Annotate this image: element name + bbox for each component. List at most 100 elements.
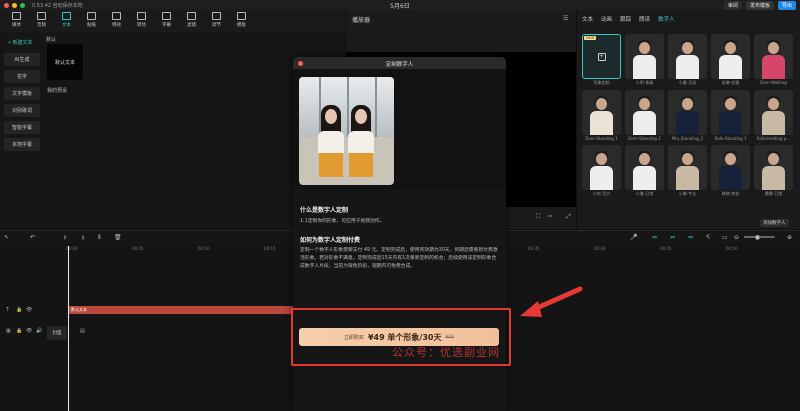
avatar-thumbnail [668, 90, 707, 135]
cursor-icon[interactable]: ↸ [706, 234, 711, 241]
default-text-card[interactable]: 默认文本 [47, 44, 83, 80]
subtitle-icon [162, 12, 171, 20]
split-icon[interactable]: ⫲ [64, 234, 66, 242]
tab-3[interactable]: 朗读 [639, 15, 650, 23]
eye-icon[interactable]: 👁 [26, 307, 32, 313]
toolbar-item-label: 音频 [37, 23, 46, 28]
how-heading: 如何为数字人定制付费 [300, 237, 361, 244]
export-button[interactable]: 导出 [777, 0, 796, 10]
avatar-label: 形象定制 [593, 80, 610, 85]
media-icon [12, 12, 21, 20]
ruler-tick: 00:45 [660, 246, 672, 251]
window-title-bar: 0.53.42 自动保存本地 5月6日 [0, 0, 800, 10]
publish-template-button[interactable]: 发布模板 [745, 0, 774, 10]
avatar-label: 小铭-活力 [592, 191, 611, 196]
avatar-thumbnail [625, 145, 664, 190]
what-description: 1:1定制你的形象，可应用于视频创作。 [300, 219, 385, 224]
select-icon[interactable]: ↖ [4, 234, 9, 241]
avatar-card[interactable]: NEW + 形象定制 [582, 34, 621, 86]
avatar-card[interactable]: 小雅-活泼 [668, 34, 707, 86]
window-title: 5月6日 [390, 3, 410, 10]
zoom-in-icon[interactable]: ⊕ [787, 234, 792, 241]
lock-icon[interactable]: 🔒 [16, 328, 22, 334]
delete-icon[interactable]: 🗑 [114, 234, 122, 241]
avatar-grid: NEW + 形象定制 小明-青春 小雅-活泼 若琳-优雅 Dom-Walking Dom-St… [582, 34, 796, 197]
toolbar-item-9[interactable]: 模板 [229, 12, 254, 28]
toolbar-item-0[interactable]: 媒体 [4, 12, 29, 28]
avatar-card[interactable]: 小铭-活力 [582, 145, 621, 197]
toolbar-item-7[interactable]: 滤镜 [179, 12, 204, 28]
filter-icon [187, 12, 196, 20]
preview-axis-icon[interactable]: ⇔ [688, 234, 693, 241]
toolbar-item-label: 媒体 [12, 23, 21, 28]
avatar-card[interactable]: 小明-青春 [625, 34, 664, 86]
avatar-card[interactable]: Dom-Standing 1 [582, 90, 621, 141]
snap-icon[interactable]: ⇔ [670, 234, 675, 241]
cover-button[interactable]: 封面 [47, 326, 67, 340]
toolbar-item-label: 模板 [237, 23, 246, 28]
avatar-thumbnail [711, 145, 750, 190]
fit-icon[interactable]: ▭ [722, 234, 728, 241]
toolbar-item-4[interactable]: 特效 [104, 12, 129, 28]
sidebar-item-0[interactable]: • 新建文本 [4, 36, 40, 49]
default-section-label: 默认 [46, 37, 57, 43]
sidebar-item-1[interactable]: AI生成 [4, 53, 40, 66]
avatar-label: Dom-Standing 1 [585, 136, 618, 141]
review-button[interactable]: 审阅 [723, 0, 742, 10]
add-digital-human-button[interactable]: 添加数字人 [760, 219, 789, 227]
fullscreen-icon[interactable]: ⤢ [566, 213, 571, 221]
zoom-slider[interactable]: ━━━●━━━━ [744, 234, 775, 241]
toolbar-item-5[interactable]: 转场 [129, 12, 154, 28]
zoom-out-icon[interactable]: ⊖ [734, 234, 739, 241]
toolbar-item-2[interactable]: 文本 [54, 12, 79, 28]
avatar-card[interactable]: Rafa-Holding p... [754, 90, 793, 141]
avatar-card[interactable]: 晨曦-日常 [754, 145, 793, 197]
sidebar-item-6[interactable]: 本地字幕 [4, 138, 40, 151]
audio-icon[interactable]: 🔊 [36, 328, 42, 334]
tab-1[interactable]: 动画 [601, 15, 612, 23]
text-clip[interactable]: 默认文本 [68, 306, 298, 314]
undo-icon[interactable]: ↶ [30, 234, 35, 241]
toolbar-item-6[interactable]: 字幕 [154, 12, 179, 28]
eye-icon[interactable]: 👁 [26, 328, 32, 334]
player-title: 播放器 [352, 17, 371, 24]
split-left-icon[interactable]: ⫳ [82, 234, 84, 242]
lock-icon[interactable]: 🔒 [16, 307, 22, 313]
tab-2[interactable]: 跟踪 [620, 15, 631, 23]
toolbar-item-3[interactable]: 贴纸 [79, 12, 104, 28]
ruler-tick: 00:10 [198, 246, 210, 251]
split-right-icon[interactable]: ⫴ [98, 234, 101, 242]
avatar-card[interactable]: 小雅-日常 [625, 145, 664, 197]
avatar-card[interactable]: 晓晓-商务 [711, 145, 750, 197]
sidebar-item-5[interactable]: 智能字幕 [4, 121, 40, 134]
sidebar-item-4[interactable]: 识别歌词 [4, 104, 40, 117]
avatar-label: 小明-青春 [635, 80, 654, 85]
avatar-card[interactable]: Dom-Walking [754, 34, 793, 86]
custom-avatar-icon: + [597, 52, 606, 61]
my-presets-label: 我的预设 [47, 88, 68, 94]
menu-icon[interactable]: ☰ [563, 15, 568, 22]
text-sidebar: • 新建文本 AI生成花字文字模板识别歌词智能字幕本地字幕 [4, 36, 40, 155]
template-icon [237, 12, 246, 20]
avatar-label: Dom-Standing 2 [628, 136, 661, 141]
sidebar-item-3[interactable]: 文字模板 [4, 87, 40, 100]
tab-4[interactable]: 数字人 [658, 15, 675, 23]
avatar-card[interactable]: Rafa-Standing 1 [711, 90, 750, 141]
avatar-card[interactable]: 小琳-专业 [668, 145, 707, 197]
crop-icon[interactable]: ⛶ [536, 213, 540, 221]
mic-icon[interactable]: 🎤 [630, 234, 637, 241]
toolbar-item-8[interactable]: 调节 [204, 12, 229, 28]
avatar-card[interactable]: Dom-Standing 2 [625, 90, 664, 141]
avatar-thumbnail [625, 34, 664, 79]
track-main-label: ▦ [6, 328, 11, 334]
avatar-label: 小雅-活泼 [678, 80, 697, 85]
tab-0[interactable]: 文本 [582, 15, 593, 23]
media-toolbar: 媒体 音频 文本 贴纸 特效 转场 字幕 滤镜 调节 模板 [0, 10, 345, 32]
sidebar-item-2[interactable]: 花字 [4, 70, 40, 83]
ratio-icon[interactable]: ▭ [548, 214, 552, 219]
avatar-card[interactable]: 若琳-优雅 [711, 34, 750, 86]
avatar-card[interactable]: Mia_Standing_2 [668, 90, 707, 141]
toolbar-item-1[interactable]: 音频 [29, 12, 54, 28]
playhead[interactable] [68, 246, 69, 411]
link-icon[interactable]: ⇔ [652, 234, 657, 241]
